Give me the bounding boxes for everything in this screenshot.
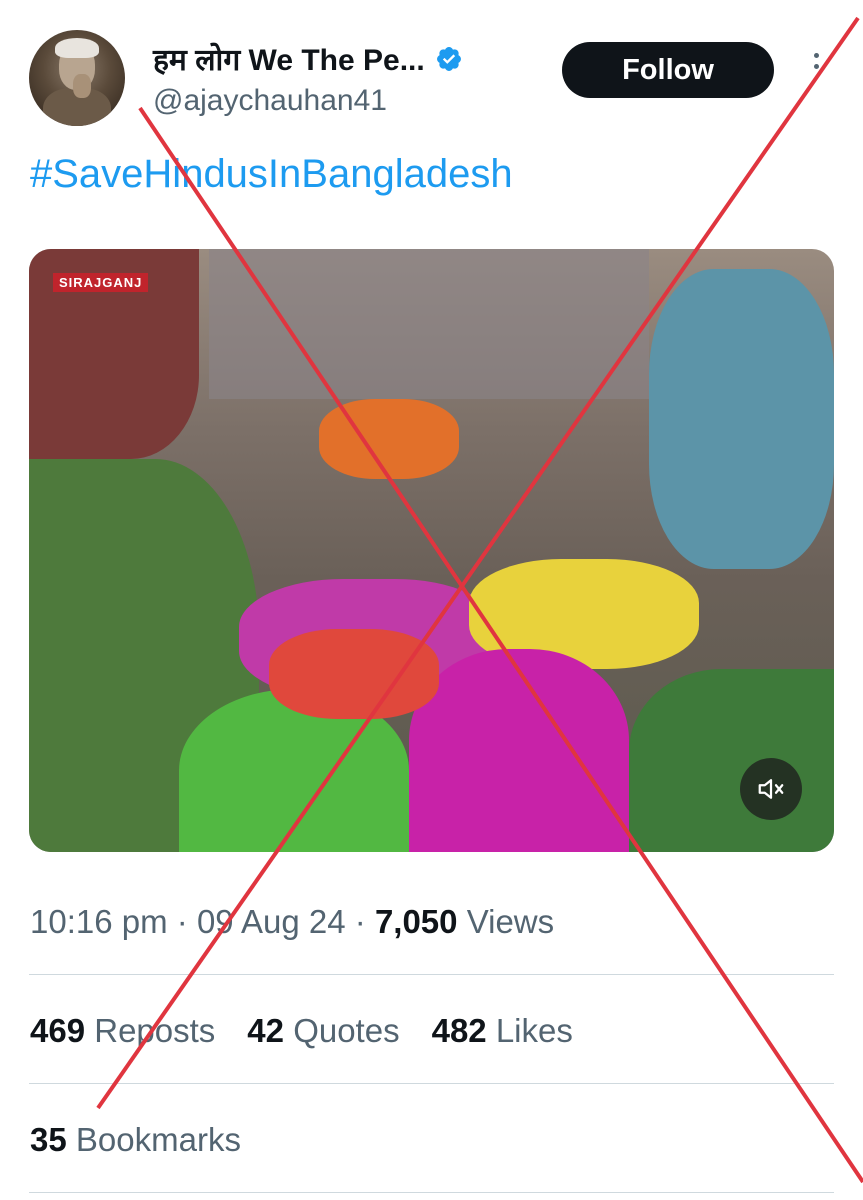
speaker-muted-icon: [758, 779, 784, 799]
media-scene-shape: [209, 249, 649, 399]
tweet-time[interactable]: 10:16 pm: [30, 903, 168, 940]
likes-label: Likes: [495, 1012, 573, 1049]
meta-separator: ·: [354, 903, 366, 940]
author-name-row[interactable]: हम लोग We The Pe...: [153, 38, 463, 79]
media-scene-shape: [269, 629, 439, 719]
engagement-stats: 469 Reposts 42 Quotes 482 Likes: [30, 1012, 573, 1050]
tweet-meta: 10:16 pm · 09 Aug 24 · 7,050 Views: [30, 903, 554, 941]
reposts-label: Reposts: [94, 1012, 216, 1049]
tweet-hashtag-link[interactable]: #SaveHindusInBangladesh: [30, 152, 513, 197]
bookmarks-stat[interactable]: 35 Bookmarks: [30, 1121, 241, 1159]
follow-button[interactable]: Follow: [562, 42, 774, 98]
avatar-hair-shape: [55, 38, 99, 58]
bookmarks-count: 35: [30, 1121, 67, 1158]
author-display-name[interactable]: हम लोग We The Pe...: [153, 38, 425, 79]
views-label: Views: [466, 903, 555, 940]
reposts-stat[interactable]: 469 Reposts: [30, 1012, 215, 1050]
likes-count: 482: [431, 1012, 487, 1049]
tweet-video[interactable]: SIRAJGANJ: [29, 249, 834, 852]
views-count: 7,050: [374, 903, 458, 940]
likes-stat[interactable]: 482 Likes: [432, 1012, 573, 1050]
divider: [29, 1192, 834, 1193]
media-scene-shape: [629, 669, 834, 852]
bookmarks-label: Bookmarks: [75, 1121, 241, 1158]
quotes-count: 42: [247, 1012, 285, 1049]
volume-muted-icon[interactable]: [740, 758, 802, 820]
media-scene-shape: [319, 399, 459, 479]
author-avatar[interactable]: [29, 30, 125, 126]
reposts-count: 469: [30, 1012, 86, 1049]
meta-separator: ·: [176, 903, 188, 940]
author-handle[interactable]: @ajaychauhan41: [153, 84, 387, 118]
tweet-date[interactable]: 09 Aug 24: [197, 903, 346, 940]
quotes-label: Quotes: [293, 1012, 400, 1049]
divider: [29, 974, 834, 975]
divider: [29, 1083, 834, 1084]
quotes-stat[interactable]: 42 Quotes: [247, 1012, 399, 1050]
more-vertical-icon[interactable]: [806, 50, 826, 90]
media-scene-shape: [649, 269, 834, 569]
video-channel-logo: SIRAJGANJ: [53, 273, 149, 292]
verified-badge-icon: [436, 46, 461, 71]
media-scene-shape: [409, 649, 629, 852]
avatar-hand-shape: [73, 74, 91, 98]
